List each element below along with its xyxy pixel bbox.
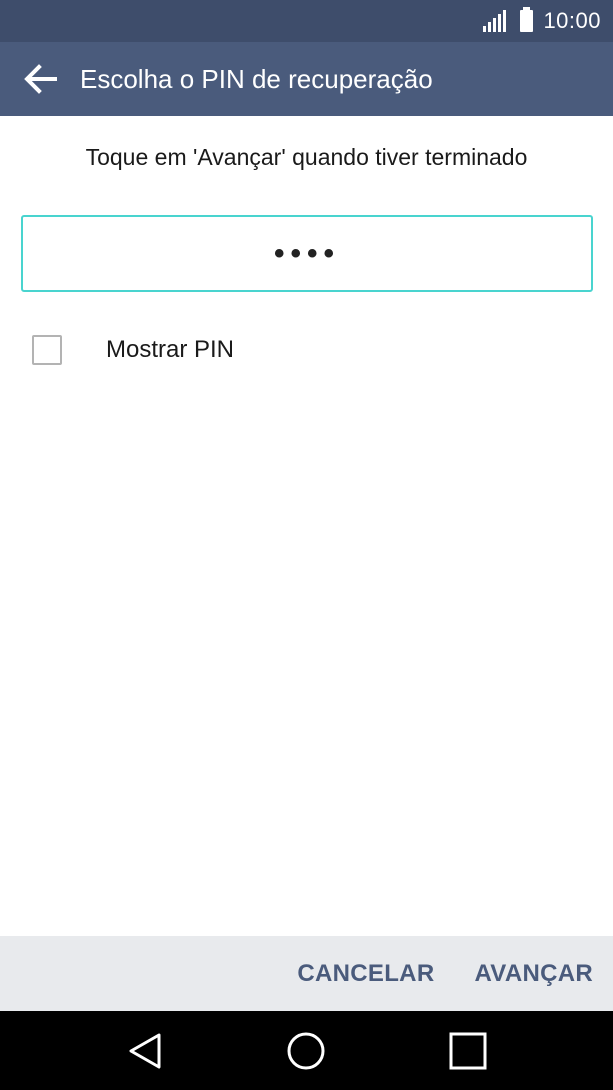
square-recents-icon xyxy=(449,1032,487,1069)
show-pin-option[interactable]: Mostrar PIN xyxy=(32,330,234,370)
instruction-text: Toque em 'Avançar' quando tiver terminad… xyxy=(85,144,528,170)
back-button[interactable] xyxy=(0,42,80,116)
screen: 10:00 Escolha o PIN de recuperação Toque… xyxy=(0,0,613,1090)
back-arrow-icon xyxy=(24,64,57,94)
status-bar: 10:00 xyxy=(0,0,613,42)
nav-recents-button[interactable] xyxy=(423,1011,513,1090)
circle-home-icon xyxy=(287,1032,325,1069)
signal-icon xyxy=(483,10,507,32)
cancel-button[interactable]: CANCELAR xyxy=(297,960,434,988)
battery-icon xyxy=(520,7,534,32)
action-bar: CANCELAR AVANÇAR xyxy=(0,936,613,1011)
page-title: Escolha o PIN de recuperação xyxy=(80,63,433,94)
navigation-bar xyxy=(0,1011,613,1090)
status-time: 10:00 xyxy=(543,8,601,33)
pin-input[interactable]: •••• xyxy=(21,215,593,292)
show-pin-label: Mostrar PIN xyxy=(106,336,235,363)
pin-masked-value: •••• xyxy=(273,236,340,270)
status-indicators: 10:00 xyxy=(483,0,601,42)
triangle-back-icon xyxy=(129,1033,161,1068)
nav-home-button[interactable] xyxy=(261,1011,351,1090)
show-pin-checkbox[interactable] xyxy=(32,335,62,365)
nav-back-button[interactable] xyxy=(100,1011,190,1090)
next-button[interactable]: AVANÇAR xyxy=(474,960,593,988)
app-bar: Escolha o PIN de recuperação xyxy=(0,42,613,116)
